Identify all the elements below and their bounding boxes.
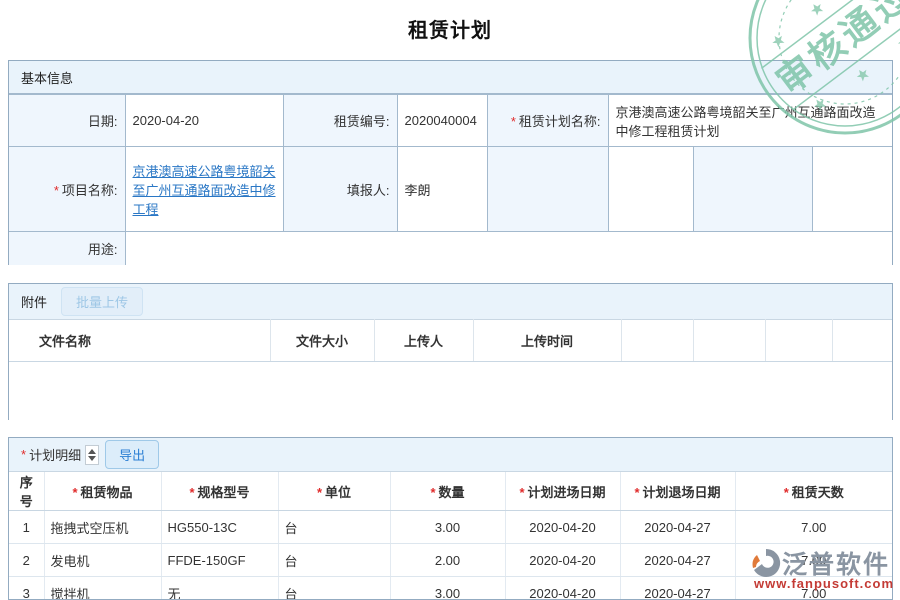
cell-qty: 3.00	[390, 577, 505, 600]
cell-seq: 3	[9, 577, 44, 600]
export-button[interactable]: 导出	[105, 440, 159, 469]
col-days: *租赁天数	[735, 472, 892, 511]
attachments-table: 文件名称 文件大小 上传人 上传时间	[9, 319, 892, 362]
rent-no-value: 2020040004	[397, 95, 487, 147]
plan-details-section: * 计划明细 导出 序号 *租赁物品 *规格型号 *单位 *数量 *计划进场日期…	[8, 437, 893, 600]
plan-details-section-title: 计划明细	[29, 445, 81, 464]
required-mark: *	[511, 114, 516, 129]
cell-unit: 台	[278, 577, 390, 600]
purpose-label: 用途:	[9, 232, 125, 265]
plan-details-toolbar: * 计划明细 导出	[9, 438, 892, 472]
empty-value-cell	[608, 147, 693, 232]
filler-value: 李朗	[397, 147, 487, 232]
attach-col-filename: 文件名称	[9, 320, 270, 362]
required-mark: *	[21, 447, 26, 462]
table-row: 3 搅拌机 无 台 3.00 2020-04-20 2020-04-27 7.0…	[9, 577, 892, 600]
cell-days: 7.00	[735, 544, 892, 577]
project-label: *项目名称:	[9, 147, 125, 232]
attachments-section: 附件 批量上传 文件名称 文件大小 上传人 上传时间	[8, 283, 893, 420]
cell-days: 7.00	[735, 577, 892, 600]
cell-qty: 3.00	[390, 511, 505, 544]
project-link[interactable]: 京港澳高速公路粤境韶关至广州互通路面改造中修工程	[133, 164, 276, 217]
empty-label-cell	[693, 147, 812, 232]
cell-unit: 台	[278, 511, 390, 544]
plan-name-value: 京港澳高速公路粤境韶关至广州互通路面改造中修工程租赁计划	[608, 95, 892, 147]
attach-col-uploader: 上传人	[374, 320, 473, 362]
basic-info-section-title: 基本信息	[9, 61, 892, 94]
date-label: 日期:	[9, 95, 125, 147]
plan-details-table: 序号 *租赁物品 *规格型号 *单位 *数量 *计划进场日期 *计划退场日期 *…	[9, 472, 892, 600]
table-row: 2 发电机 FFDE-150GF 台 2.00 2020-04-20 2020-…	[9, 544, 892, 577]
rent-no-label: 租赁编号:	[283, 95, 397, 147]
basic-info-table: 日期: 2020-04-20 租赁编号: 2020040004 *租赁计划名称:…	[9, 94, 892, 265]
page-title: 租赁计划	[0, 14, 900, 43]
cell-exit-date: 2020-04-27	[620, 544, 735, 577]
cell-item: 发电机	[44, 544, 161, 577]
basic-info-section: 基本信息 日期: 2020-04-20 租赁编号: 2020040004 *租赁…	[8, 60, 893, 265]
col-entry-date: *计划进场日期	[505, 472, 620, 511]
cell-exit-date: 2020-04-27	[620, 577, 735, 600]
attachments-section-title: 附件	[21, 292, 47, 311]
cell-days: 7.00	[735, 511, 892, 544]
attach-col-filesize: 文件大小	[270, 320, 374, 362]
attachments-empty-area	[9, 362, 892, 421]
cell-unit: 台	[278, 544, 390, 577]
attachments-header: 附件 批量上传	[9, 284, 892, 319]
cell-entry-date: 2020-04-20	[505, 577, 620, 600]
required-mark: *	[54, 183, 59, 198]
col-model: *规格型号	[161, 472, 278, 511]
col-seq: 序号	[9, 472, 44, 511]
attach-col-empty	[832, 320, 892, 362]
plan-name-label: *租赁计划名称:	[487, 95, 608, 147]
col-item: *租赁物品	[44, 472, 161, 511]
cell-qty: 2.00	[390, 544, 505, 577]
col-exit-date: *计划退场日期	[620, 472, 735, 511]
cell-model: HG550-13C	[161, 511, 278, 544]
attach-col-empty	[765, 320, 832, 362]
table-row: 1 拖拽式空压机 HG550-13C 台 3.00 2020-04-20 202…	[9, 511, 892, 544]
attach-col-uploadtime: 上传时间	[473, 320, 621, 362]
cell-model: 无	[161, 577, 278, 600]
purpose-value	[125, 232, 892, 265]
attach-col-empty	[693, 320, 765, 362]
col-qty: *数量	[390, 472, 505, 511]
cell-exit-date: 2020-04-27	[620, 511, 735, 544]
empty-value-cell	[812, 147, 892, 232]
cell-seq: 1	[9, 511, 44, 544]
attach-col-empty	[621, 320, 693, 362]
cell-item: 拖拽式空压机	[44, 511, 161, 544]
date-value: 2020-04-20	[125, 95, 283, 147]
batch-upload-button[interactable]: 批量上传	[61, 287, 143, 316]
col-unit: *单位	[278, 472, 390, 511]
cell-entry-date: 2020-04-20	[505, 544, 620, 577]
empty-label-cell	[487, 147, 608, 232]
sort-stepper-icon[interactable]	[85, 445, 99, 465]
cell-seq: 2	[9, 544, 44, 577]
filler-label: 填报人:	[283, 147, 397, 232]
cell-item: 搅拌机	[44, 577, 161, 600]
cell-model: FFDE-150GF	[161, 544, 278, 577]
cell-entry-date: 2020-04-20	[505, 511, 620, 544]
